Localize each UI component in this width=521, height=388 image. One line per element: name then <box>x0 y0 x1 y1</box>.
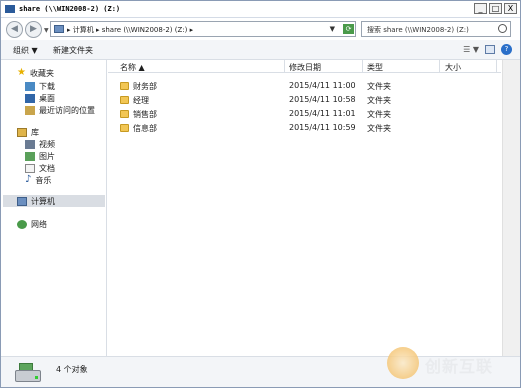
address-dropdown-icon[interactable]: ▼ <box>330 25 335 33</box>
nav-desktop[interactable]: 桌面 <box>25 92 55 104</box>
breadcrumb[interactable]: ▸ 计算机 ▸ share (\\WIN2008-2) (Z:) ▸ <box>67 25 193 35</box>
item-count: 4 个对象 <box>56 365 88 374</box>
file-date: 2015/4/11 11:01 <box>289 109 356 118</box>
file-type: 文件夹 <box>367 124 391 133</box>
nav-music[interactable]: ♪ 音乐 <box>25 174 51 186</box>
file-type: 文件夹 <box>367 82 391 91</box>
watermark-text: 创新互联 <box>425 357 494 376</box>
column-divider[interactable] <box>284 60 285 73</box>
file-date: 2015/4/11 11:00 <box>289 81 356 90</box>
file-type: 文件夹 <box>367 110 391 119</box>
nav-label: 图片 <box>39 151 55 161</box>
back-button[interactable]: ◀ <box>6 21 23 38</box>
downloads-icon <box>25 81 35 91</box>
folder-icon <box>120 96 129 104</box>
nav-downloads[interactable]: 下载 <box>25 80 55 92</box>
nav-documents[interactable]: 文档 <box>25 162 55 174</box>
videos-icon <box>25 139 35 149</box>
table-row[interactable]: 销售部 2015/4/11 11:01 文件夹 <box>108 107 501 121</box>
network-drive-icon <box>15 363 41 382</box>
nav-label: 计算机 <box>31 196 55 206</box>
recent-places-icon <box>25 105 35 115</box>
nav-label: 视频 <box>39 139 55 149</box>
file-name: 经理 <box>133 96 149 105</box>
search-input[interactable]: 搜索 share (\\WIN2008-2) (Z:) <box>361 21 511 37</box>
file-name: 财务部 <box>133 82 157 91</box>
nav-label: 桌面 <box>39 93 55 103</box>
nav-label: 文档 <box>39 163 55 173</box>
watermark-emblem <box>387 347 419 379</box>
folder-icon <box>120 124 129 132</box>
computer-icon <box>17 196 27 206</box>
file-name: 销售部 <box>133 110 157 119</box>
table-row[interactable]: 信息部 2015/4/11 10:59 文件夹 <box>108 121 501 135</box>
column-header: 名称 ▲ 修改日期 类型 大小 <box>108 60 501 73</box>
column-date[interactable]: 修改日期 <box>289 62 321 73</box>
nav-recent[interactable]: 最近访问的位置 <box>25 104 95 116</box>
maximize-button[interactable]: □ <box>489 3 502 14</box>
preview-pane-icon[interactable] <box>485 45 495 54</box>
column-divider[interactable] <box>496 60 497 73</box>
table-row[interactable]: 财务部 2015/4/11 11:00 文件夹 <box>108 79 501 93</box>
help-icon[interactable]: ? <box>501 44 512 55</box>
nav-libraries[interactable]: 库 <box>17 126 39 138</box>
forward-button[interactable]: ▶ <box>25 21 42 38</box>
window-title: share (\\WIN2008-2) (Z:) <box>19 5 121 13</box>
new-folder-button[interactable]: 新建文件夹 <box>53 45 93 56</box>
nav-label: 收藏夹 <box>29 68 54 78</box>
folder-icon <box>120 110 129 118</box>
column-name[interactable]: 名称 ▲ <box>120 62 145 73</box>
search-placeholder: 搜索 share (\\WIN2008-2) (Z:) <box>367 26 469 34</box>
computer-icon <box>54 25 64 33</box>
nav-videos[interactable]: 视频 <box>25 138 55 150</box>
drive-icon <box>5 5 15 13</box>
watermark-logo: 创新互联 <box>387 342 517 382</box>
music-icon: ♪ <box>25 174 32 185</box>
file-name: 信息部 <box>133 124 157 133</box>
file-type: 文件夹 <box>367 96 391 105</box>
vertical-scrollbar[interactable] <box>502 60 520 356</box>
nav-label: 库 <box>31 127 39 137</box>
column-divider[interactable] <box>439 60 440 73</box>
desktop-icon <box>25 93 35 103</box>
file-date: 2015/4/11 10:58 <box>289 95 356 104</box>
nav-label: 网络 <box>31 219 47 229</box>
navigation-pane: ★ 收藏夹 下载 桌面 最近访问的位置 库 视频 图片 文档 ♪ 音乐 计算机 … <box>1 60 107 356</box>
column-size[interactable]: 大小 <box>445 62 461 73</box>
window-controls: _ □ X <box>474 3 517 14</box>
refresh-icon[interactable]: ⟳ <box>343 24 354 34</box>
close-button[interactable]: X <box>504 3 517 14</box>
explorer-window: share (\\WIN2008-2) (Z:) _ □ X ◀ ▶ ▼ ▸ 计… <box>0 0 521 388</box>
view-options-icon[interactable]: ☰ ▼ <box>463 45 479 54</box>
folder-icon <box>120 82 129 90</box>
organize-button[interactable]: 组织 ▼ <box>13 45 38 56</box>
file-list: 名称 ▲ 修改日期 类型 大小 财务部 2015/4/11 11:00 文件夹 … <box>108 60 520 356</box>
view-controls: ☰ ▼ ? <box>463 44 512 55</box>
column-divider[interactable] <box>362 60 363 73</box>
nav-label: 最近访问的位置 <box>39 105 95 115</box>
title-bar: share (\\WIN2008-2) (Z:) _ □ X <box>1 1 520 18</box>
address-row: ◀ ▶ ▼ ▸ 计算机 ▸ share (\\WIN2008-2) (Z:) ▸… <box>1 18 520 40</box>
nav-favorites[interactable]: ★ 收藏夹 <box>17 67 54 79</box>
pictures-icon <box>25 151 35 161</box>
libraries-icon <box>17 127 27 137</box>
nav-label: 下载 <box>39 81 55 91</box>
file-date: 2015/4/11 10:59 <box>289 123 356 132</box>
history-dropdown-icon[interactable]: ▼ <box>44 27 49 34</box>
address-bar[interactable]: ▸ 计算机 ▸ share (\\WIN2008-2) (Z:) ▸ ▼ <box>50 21 356 37</box>
minimize-button[interactable]: _ <box>474 3 487 14</box>
table-row[interactable]: 经理 2015/4/11 10:58 文件夹 <box>108 93 501 107</box>
documents-icon <box>25 163 35 173</box>
nav-computer[interactable]: 计算机 <box>3 195 105 207</box>
star-icon: ★ <box>17 67 26 78</box>
search-icon[interactable] <box>498 24 507 33</box>
nav-network[interactable]: 网络 <box>17 218 47 230</box>
column-type[interactable]: 类型 <box>367 62 383 73</box>
command-bar: 组织 ▼ 新建文件夹 ☰ ▼ ? <box>1 40 520 60</box>
nav-pictures[interactable]: 图片 <box>25 150 55 162</box>
nav-label: 音乐 <box>35 175 52 185</box>
network-icon <box>17 219 27 229</box>
